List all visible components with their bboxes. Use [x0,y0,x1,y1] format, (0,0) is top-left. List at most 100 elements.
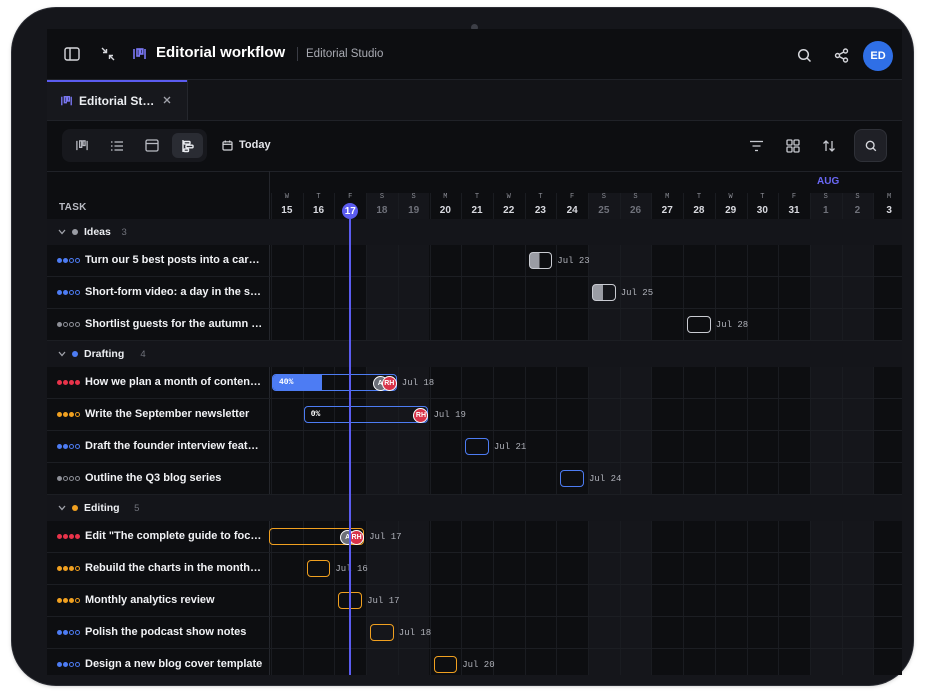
day-number[interactable]: 26 [620,205,652,216]
task-name[interactable]: How we plan a month of content … [85,376,263,388]
chevron-down-icon[interactable] [57,503,66,512]
task-name[interactable]: Edit "The complete guide to focus" [85,530,263,542]
day-number[interactable]: 21 [461,205,493,216]
task-bar[interactable] [370,624,394,641]
assignee-avatar-rh[interactable]: RH [349,530,365,545]
view-timeline-icon[interactable] [172,133,203,158]
status-dot [72,505,78,511]
view-board-icon[interactable] [68,134,96,157]
sort-icon[interactable] [820,137,838,155]
priority-dot [57,290,62,295]
share-icon[interactable] [832,46,850,64]
task-row[interactable]: Outline the Q3 blog series Jul 24 [47,463,902,495]
user-avatar[interactable]: ED [863,41,893,71]
day-number[interactable]: 20 [430,205,462,216]
task-bar[interactable] [433,656,458,673]
day-number[interactable]: 22 [493,205,525,216]
day-number[interactable]: 25 [588,205,620,216]
day-number[interactable]: 16 [303,205,335,216]
chevron-down-icon[interactable] [57,349,66,358]
day-number[interactable]: 27 [651,205,683,216]
group-header[interactable]: Editing 5 [47,495,902,521]
toolbar-search-button[interactable] [854,129,887,162]
task-row[interactable]: Design a new blog cover template Jul 20 [47,649,902,675]
task-name[interactable]: Monthly analytics review [85,594,263,606]
task-bar[interactable] [687,316,711,333]
task-row[interactable]: Short-form video: a day in the st… Jul 25 [47,277,902,309]
priority-indicator [57,534,80,539]
day-number[interactable]: 2 [842,205,874,216]
task-bar[interactable]: 40% A RH [272,374,397,391]
group-name: Drafting [84,348,125,360]
priority-dot [63,412,68,417]
user-initials: ED [870,50,886,62]
collapse-icon[interactable] [99,45,117,63]
priority-dot [75,444,80,449]
task-row[interactable]: Write the September newsletter 0% RH Jul 19 [47,399,902,431]
day-number[interactable]: 15 [271,205,303,216]
task-name[interactable]: Shortlist guests for the autumn in… [85,318,263,330]
day-number[interactable]: 23 [525,205,557,216]
priority-indicator [57,258,80,263]
priority-dot [75,258,80,263]
assignee-avatar-rh[interactable]: RH [381,376,397,391]
view-table-icon[interactable] [138,134,166,157]
task-row[interactable]: Draft the founder interview feature Jul 2… [47,431,902,463]
day-number[interactable]: 24 [556,205,588,216]
group-header[interactable]: Drafting 4 [47,341,902,367]
view-list-icon[interactable] [103,134,131,157]
priority-dot [69,290,74,295]
day-number[interactable]: 19 [398,205,430,216]
task-bar[interactable]: 0% RH [303,406,429,423]
task-name[interactable]: Write the September newsletter [85,408,263,420]
workspace-name[interactable]: Editorial Studio [306,48,383,60]
task-name[interactable]: Turn our 5 best posts into a caro… [85,254,263,266]
day-number[interactable]: 29 [715,205,747,216]
task-row[interactable]: Rebuild the charts in the monthly… Jul 16 [47,553,902,585]
task-bar[interactable] [306,560,331,577]
task-name[interactable]: Draft the founder interview feature [85,440,263,452]
day-number[interactable]: 28 [683,205,715,216]
day-number[interactable]: 3 [873,205,902,216]
task-row[interactable]: Monthly analytics review Jul 17 [47,585,902,617]
day-number[interactable]: 31 [778,205,810,216]
weekday-label: W [284,193,289,201]
due-date-label: Jul 17 [369,532,402,542]
day-number[interactable]: 30 [747,205,779,216]
priority-dot [69,380,74,385]
task-name[interactable]: Rebuild the charts in the monthly… [85,562,263,574]
task-row[interactable]: Polish the podcast show notes Jul 18 [47,617,902,649]
day-number[interactable]: 18 [366,205,398,216]
task-row[interactable]: Turn our 5 best posts into a caro… Jul 23 [47,245,902,277]
filter-icon[interactable] [747,137,765,155]
task-name[interactable]: Polish the podcast show notes [85,626,263,638]
task-bar[interactable] [560,470,584,487]
close-icon[interactable] [161,94,173,106]
calendar-icon[interactable] [221,139,233,151]
task-name[interactable]: Design a new blog cover template [85,658,263,670]
search-icon[interactable] [795,46,813,64]
sidebar-toggle-icon[interactable] [63,46,81,62]
group-header[interactable]: Ideas 3 [47,219,902,245]
group-icon[interactable] [784,137,802,155]
task-row[interactable]: Shortlist guests for the autumn in… Jul 2… [47,309,902,341]
timeline-grid: TASK AUG W 15 T 16 F 17 S 18 S 19 M 20 T 21 W 22 T 23 F 24 S… [47,171,902,675]
priority-indicator [57,290,80,295]
task-name[interactable]: Outline the Q3 blog series [85,472,263,484]
task-row[interactable]: Edit "The complete guide to focus" A RH Jul… [47,521,902,553]
task-name[interactable]: Short-form video: a day in the st… [85,286,263,298]
today-button[interactable]: Today [239,139,271,151]
task-bar[interactable] [592,284,616,301]
priority-dot [63,534,68,539]
day-number[interactable]: 1 [810,205,842,216]
assignee-avatar-rh[interactable]: RH [413,408,429,423]
task-bar[interactable] [465,438,489,455]
task-row[interactable]: How we plan a month of content … 40% A RH Ju… [47,367,902,399]
task-bar[interactable] [528,252,553,269]
priority-indicator [57,476,80,481]
due-date-label: Jul 19 [433,410,466,420]
tab-editorial[interactable]: Editorial St… [47,80,188,120]
today-date-badge[interactable]: 17 [342,203,359,219]
chevron-down-icon[interactable] [57,227,66,236]
weekday-label: M [665,193,670,201]
